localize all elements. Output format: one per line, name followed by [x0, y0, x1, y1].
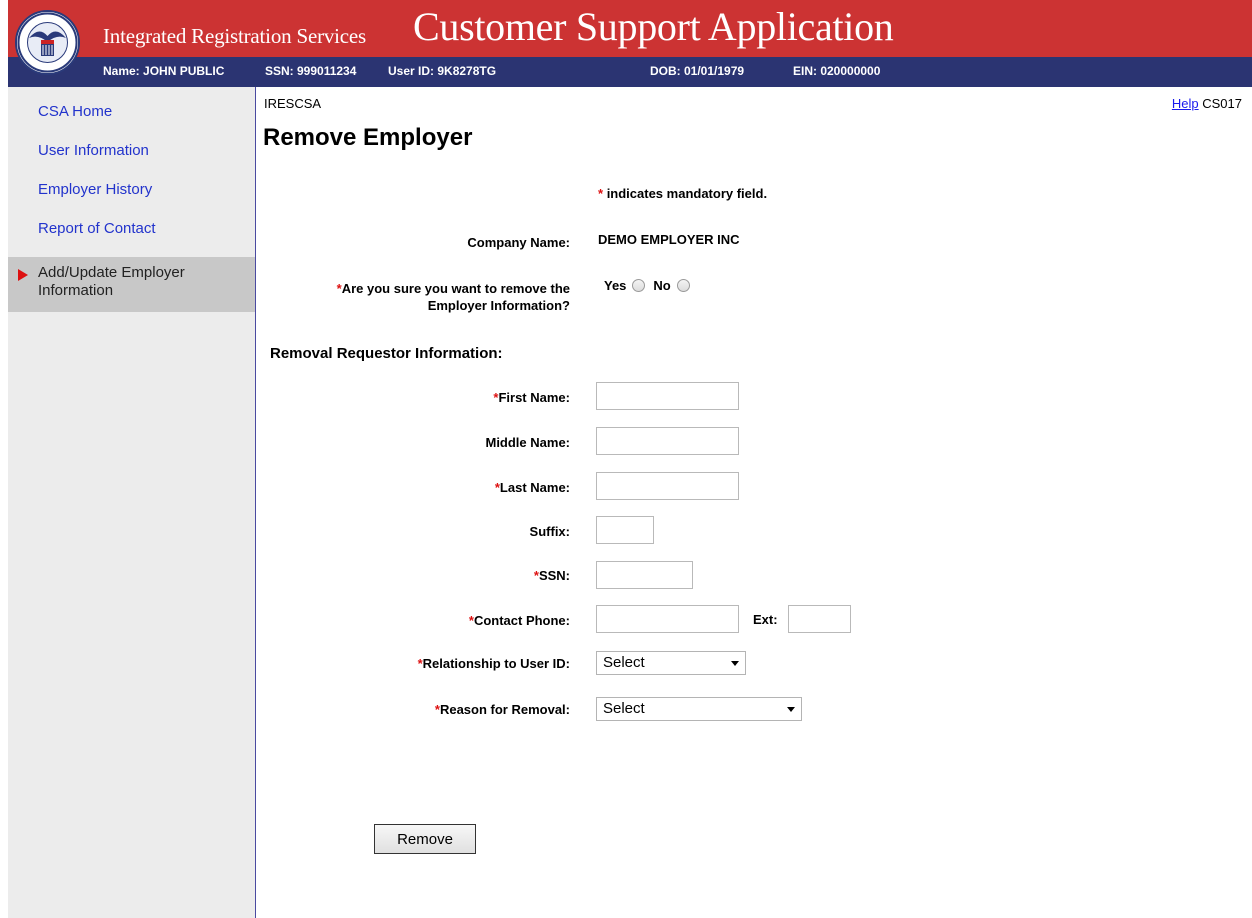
- confirm-remove-label: *Are you sure you want to remove the Emp…: [337, 280, 570, 314]
- relationship-label-text: Relationship to User ID:: [422, 656, 570, 671]
- app-title: Customer Support Application: [413, 4, 894, 49]
- reason-label-text: Reason for Removal:: [439, 702, 570, 717]
- page-code: CS017: [1202, 96, 1242, 111]
- mandatory-note: * indicates mandatory field.: [598, 186, 767, 201]
- yes-radio[interactable]: [632, 279, 646, 292]
- first-name-label-text: First Name:: [498, 390, 570, 405]
- sidebar-item-employer-history[interactable]: Employer History: [8, 181, 255, 198]
- confirm-remove-radios: Yes No: [604, 278, 698, 293]
- sidebar-item-user-information[interactable]: User Information: [8, 142, 255, 159]
- reason-label: *Reason for Removal:: [435, 701, 570, 718]
- contact-phone-label: *Contact Phone:: [469, 612, 570, 629]
- ext-input[interactable]: [788, 605, 851, 633]
- confirm-line-1: Are you sure you want to remove the: [341, 281, 570, 296]
- app-code: IRESCSA: [264, 96, 322, 111]
- sidebar-item-add-update-employer[interactable]: Add/Update Employer Information: [8, 257, 255, 312]
- brand-title: Integrated Registration Services: [103, 24, 367, 48]
- ssn-input[interactable]: [596, 561, 693, 589]
- yes-label: Yes: [604, 278, 627, 293]
- contact-phone-label-text: Contact Phone:: [473, 613, 570, 628]
- contact-phone-input[interactable]: [596, 605, 739, 633]
- suffix-label: Suffix:: [529, 524, 570, 539]
- reason-select[interactable]: Select: [596, 697, 802, 721]
- user-dob: DOB: 01/01/1979: [650, 64, 745, 78]
- user-ssn: SSN: 999011234: [265, 64, 357, 78]
- required-star: *: [598, 186, 604, 201]
- relationship-select[interactable]: Select: [596, 651, 746, 675]
- help-area: Help CS017: [1172, 96, 1242, 111]
- relationship-label: *Relationship to User ID:: [418, 655, 570, 672]
- page-title: Remove Employer: [263, 124, 473, 151]
- first-name-input[interactable]: [596, 382, 739, 410]
- sidebar-item-label: Add/Update Employer Information: [38, 264, 185, 299]
- confirm-line-2: Employer Information?: [427, 298, 570, 313]
- middle-name-input[interactable]: [596, 427, 739, 455]
- last-name-input[interactable]: [596, 472, 739, 500]
- sidebar-item-report-of-contact[interactable]: Report of Contact: [8, 220, 255, 237]
- ssn-label: *SSN:: [534, 567, 570, 584]
- user-id: User ID: 9K8278TG: [388, 64, 497, 78]
- user-info-bar: Name: JOHN PUBLIC SSN: 999011234 User ID…: [8, 57, 1252, 87]
- current-page-arrow-icon: [18, 269, 28, 281]
- ssa-seal-icon: [15, 10, 80, 75]
- section-title: Removal Requestor Information:: [270, 345, 503, 362]
- sidebar-item-csa-home[interactable]: CSA Home: [8, 103, 255, 120]
- company-label-text: Company Name:: [467, 235, 570, 250]
- ext-label: Ext:: [753, 612, 778, 627]
- suffix-input[interactable]: [596, 516, 654, 544]
- no-radio[interactable]: [676, 279, 690, 292]
- first-name-label: *First Name:: [493, 389, 570, 406]
- mandatory-text: indicates mandatory field.: [606, 186, 768, 201]
- relationship-selected-value: Select: [603, 654, 645, 671]
- help-link[interactable]: Help: [1172, 96, 1199, 111]
- last-name-label: *Last Name:: [495, 479, 570, 496]
- middle-name-label: Middle Name:: [485, 435, 570, 450]
- chevron-down-icon: [787, 707, 795, 712]
- last-name-label-text: Last Name:: [499, 480, 570, 495]
- ssn-label-text: SSN:: [538, 568, 570, 583]
- user-ein: EIN: 020000000: [793, 64, 881, 78]
- company-name-value: DEMO EMPLOYER INC: [598, 232, 740, 247]
- sidebar-nav: CSA Home User Information Employer Histo…: [8, 87, 256, 918]
- company-name-label: Company Name:: [467, 234, 570, 251]
- no-label: No: [653, 278, 671, 293]
- reason-selected-value: Select: [603, 700, 645, 717]
- chevron-down-icon: [731, 661, 739, 666]
- remove-button[interactable]: Remove: [374, 824, 476, 854]
- header-banner: Integrated Registration Services Custome…: [8, 0, 1252, 57]
- user-name: Name: JOHN PUBLIC: [103, 64, 225, 78]
